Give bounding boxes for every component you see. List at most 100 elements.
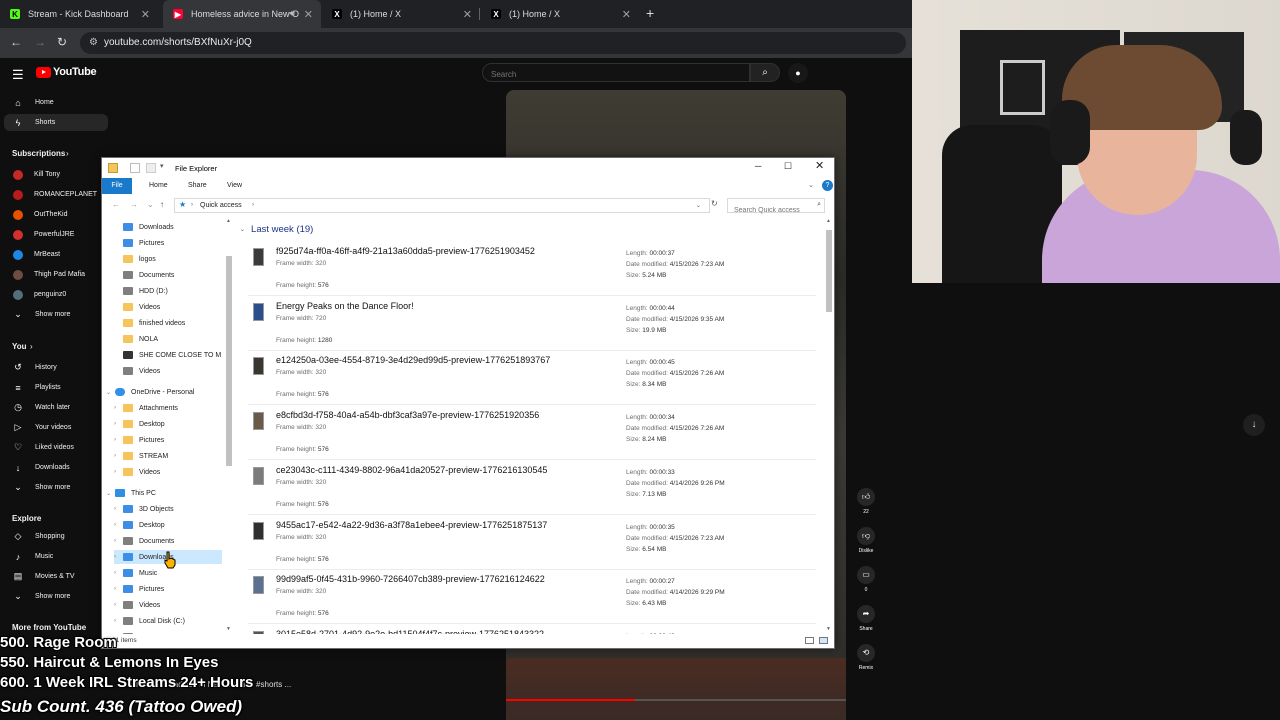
youtube-search-input[interactable] [483, 66, 749, 83]
file-item[interactable]: e8cfbd3d-f758-40a4-a54b-dbf3caf3a97e-pre… [248, 406, 816, 461]
expand-chevron-icon[interactable]: › [114, 554, 123, 560]
file-item[interactable]: ce23043c-c111-4349-8802-96a41da20527-pre… [248, 461, 816, 515]
recent-locations-icon[interactable]: ⌄ [147, 200, 154, 209]
expand-chevron-icon[interactable]: › [114, 586, 123, 592]
sidebar-subscription[interactable]: penguinz0 [4, 286, 108, 303]
tree-item-stream[interactable]: › STREAM [114, 449, 222, 463]
sidebar-item-watch-later[interactable]: ◷ Watch later [4, 399, 108, 416]
sidebar-item-music[interactable]: ♪ Music [4, 548, 108, 565]
tree-item-finished-videos[interactable]: finished videos [114, 316, 222, 330]
title-bar[interactable]: ▾ File Explorer ─ ☐ ✕ [102, 158, 834, 178]
sidebar-subscription[interactable]: ROMANCEPLANET [4, 186, 108, 203]
tree-item-pictures[interactable]: › Pictures [114, 582, 222, 596]
sidebar-subscription[interactable]: OutTheKid [4, 206, 108, 223]
back-arrow-icon[interactable]: ← [112, 200, 120, 209]
sidebar-subscription[interactable]: Thigh Pad Mafia [4, 266, 108, 283]
navigation-pane-scrollbar[interactable]: ▲ ▼ [224, 216, 234, 634]
tree-item-she-come-close-to-m[interactable]: SHE COME CLOSE TO M [114, 348, 222, 362]
new-folder-icon[interactable] [146, 163, 156, 173]
tree-item-documents[interactable]: Documents📌︎ [114, 268, 222, 282]
sidebar-subscription[interactable]: Kill Tony [4, 166, 108, 183]
search-icon[interactable]: ⌕ [750, 63, 780, 82]
tree-item-videos[interactable]: Videos [114, 364, 222, 378]
scroll-down-icon[interactable]: ▼ [826, 626, 831, 632]
reload-icon[interactable]: ↻ [57, 35, 67, 49]
share-button[interactable]: ➦ Share [856, 605, 876, 632]
sidebar-item-movies-tv[interactable]: ▤ Movies & TV [4, 568, 108, 585]
browser-tab[interactable]: K Stream - Kick Dashboard ✕ [0, 0, 158, 28]
browser-tab[interactable]: X (1) Home / X ✕ [322, 0, 480, 28]
expand-chevron-icon[interactable]: › [114, 421, 123, 427]
expand-chevron-icon[interactable]: › [114, 570, 123, 576]
sidebar-item-downloads[interactable]: ↓ Downloads [4, 459, 108, 476]
sidebar-item-your-videos[interactable]: ▷ Your videos [4, 419, 108, 436]
group-collapse-icon[interactable]: ⌄ [240, 226, 245, 233]
minimize-icon[interactable]: ─ [755, 161, 761, 171]
tree-item-pictures[interactable]: › Pictures [114, 433, 222, 447]
new-tab-button[interactable]: + [646, 5, 654, 21]
tree-item-this-pc[interactable]: ⌄ This PC [106, 486, 222, 500]
address-bar[interactable]: ⚙ youtube.com/shorts/BXfNuXr-j0Q [80, 32, 906, 54]
tree-item-pictures[interactable]: Pictures📌︎ [114, 236, 222, 250]
chevron-right-icon[interactable]: › [30, 342, 33, 351]
arrow-down-icon[interactable]: ↓ [1243, 414, 1265, 436]
sidebar-item-home[interactable]: ⌂ Home [4, 94, 108, 111]
sidebar-subscription[interactable]: MrBeast [4, 246, 108, 263]
browser-tab[interactable]: X (1) Home / X ✕ [481, 0, 639, 28]
file-list-scroll-thumb[interactable] [826, 230, 832, 312]
close-tab-icon[interactable]: ✕ [622, 8, 631, 21]
sidebar-subscription[interactable]: PowerfulJRE [4, 226, 108, 243]
back-icon[interactable]: ← [10, 35, 22, 49]
file-item[interactable]: 99d99af5-0f45-431b-9960-7266407cb389-pre… [248, 570, 816, 625]
comments-button[interactable]: ▭ 0 [856, 566, 876, 593]
collapse-ribbon-icon[interactable]: ⌄ [808, 181, 814, 189]
browser-tab[interactable]: ▶ Homeless advice in New O 🔊︎ ✕ [163, 0, 321, 28]
ribbon-tab-file[interactable]: File [102, 178, 132, 194]
expand-chevron-icon[interactable]: › [114, 538, 123, 544]
tree-item-hdd-d-[interactable]: HDD (D:)📌︎ [114, 284, 222, 298]
ribbon-tab-share[interactable]: Share [188, 182, 207, 189]
expanded-chevron-icon[interactable]: ⌄ [106, 389, 115, 396]
show-more-button[interactable]: ⌄ Show more [4, 306, 108, 323]
you-heading[interactable]: You [12, 342, 27, 351]
details-view-icon[interactable] [805, 637, 814, 644]
scroll-up-icon[interactable]: ▲ [826, 218, 831, 224]
forward-arrow-icon[interactable]: → [130, 200, 138, 209]
sidebar-item-shorts[interactable]: ϟ Shorts [4, 114, 108, 131]
expand-chevron-icon[interactable]: › [114, 602, 123, 608]
show-more-button[interactable]: ⌄ Show more [4, 588, 108, 605]
sidebar-item-playlists[interactable]: ≡ Playlists [4, 379, 108, 396]
file-item[interactable]: Energy Peaks on the Dance Floor! Frame wi… [248, 297, 816, 351]
quick-access-toolbar-dropdown-icon[interactable]: ▾ [160, 162, 170, 172]
sidebar-item-shopping[interactable]: ◇ Shopping [4, 528, 108, 545]
like-button[interactable]: 👍︎ 22 [856, 488, 876, 515]
up-arrow-icon[interactable]: ↑ [160, 200, 164, 209]
file-item[interactable]: e124250a-03ee-4554-8719-3e4d29ed99d5-pre… [248, 351, 816, 406]
ribbon-tab-view[interactable]: View [227, 182, 242, 189]
tree-item-nola[interactable]: NOLA [114, 332, 222, 346]
expand-chevron-icon[interactable]: › [114, 522, 123, 528]
microphone-icon[interactable]: ● [788, 63, 808, 83]
scroll-up-icon[interactable]: ▲ [226, 218, 231, 224]
ribbon-tab-home[interactable]: Home [149, 182, 168, 189]
group-header[interactable]: ⌄ Last week (19) [240, 224, 313, 235]
file-list-scrollbar[interactable]: ▲ ▼ [824, 216, 834, 634]
tree-item-3d-objects[interactable]: › 3D Objects [114, 502, 222, 516]
expand-chevron-icon[interactable]: › [114, 453, 123, 459]
tree-item-desktop[interactable]: › Desktop [114, 417, 222, 431]
explorer-search-box[interactable]: ⌕ [727, 198, 825, 217]
tree-item-videos[interactable]: › Videos [114, 465, 222, 479]
tree-item-onedrive-personal[interactable]: ⌄ OneDrive - Personal [106, 385, 222, 399]
youtube-logo[interactable]: YouTube [36, 66, 97, 78]
file-item[interactable]: 9455ac17-e542-4a22-9d36-a3f78a1ebee4-pre… [248, 516, 816, 570]
tree-item-desktop[interactable]: › Desktop [114, 518, 222, 532]
tree-item-videos[interactable]: Videos📌︎ [114, 300, 222, 314]
properties-icon[interactable] [130, 163, 140, 173]
tree-item-downloads[interactable]: Downloads📌︎ [114, 220, 222, 234]
close-tab-icon[interactable]: ✕ [463, 8, 472, 21]
subscriptions-heading[interactable]: Subscriptions [12, 149, 65, 158]
close-tab-icon[interactable]: ✕ [304, 8, 313, 21]
address-dropdown-icon[interactable]: ⌄ [696, 202, 701, 209]
expand-chevron-icon[interactable]: › [114, 405, 123, 411]
explorer-address-bar[interactable]: ★ › Quick access › ⌄ [174, 198, 710, 213]
